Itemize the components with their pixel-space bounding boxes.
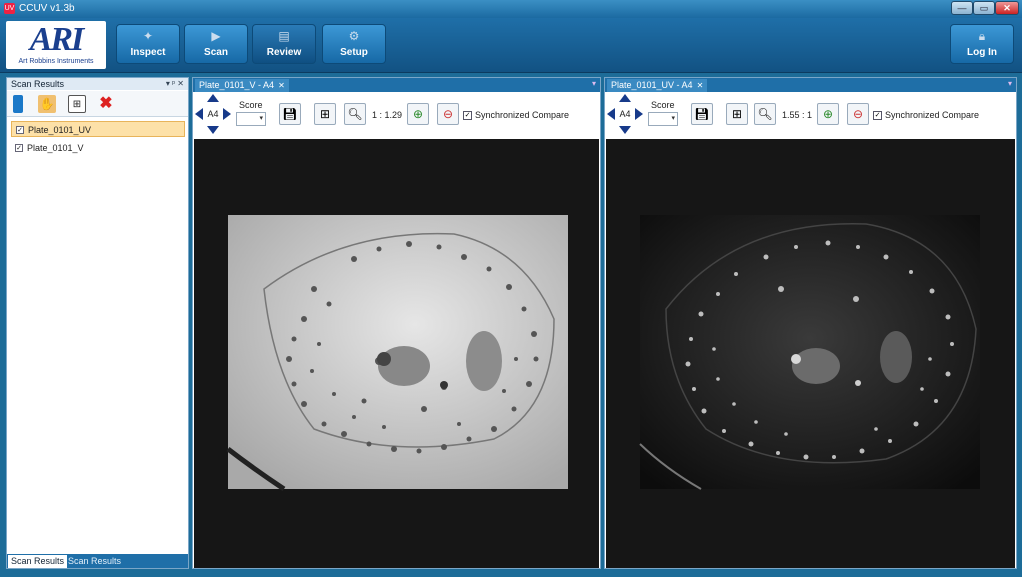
sync-compare-label: Synchronized Compare xyxy=(885,110,980,120)
fit-to-window-icon[interactable]: ⊞ xyxy=(314,103,336,125)
zoom-out-icon[interactable]: ⊖ xyxy=(847,103,869,125)
close-tab-icon[interactable]: ✕ xyxy=(697,81,704,90)
setup-button[interactable]: ⚙ Setup xyxy=(322,24,386,64)
arrow-up-icon[interactable] xyxy=(207,94,219,102)
tab-menu-icon[interactable]: ▾ xyxy=(1008,79,1012,88)
ribbon-toolbar: ARI Art Robbins Instruments ✦ Inspect ▶ … xyxy=(0,18,1022,73)
score-dropdown[interactable]: ▾ xyxy=(648,112,678,126)
visible-image-pane: Plate_0101_V - A4 ✕ ▾ A4 Score ▾ 💾︎ ⊞ 🔍︎ … xyxy=(192,77,601,569)
image-toolbar: A4 Score ▾ 💾︎ ⊞ 🔍︎ 1 : 1.29 ⊕ ⊖ ✓ Synchr… xyxy=(193,92,600,138)
tab-scan-results-1[interactable]: Scan Results xyxy=(8,555,68,568)
zoom-actual-icon[interactable]: 🔍︎ xyxy=(754,103,776,125)
arrow-left-icon[interactable] xyxy=(195,108,203,120)
zoom-ratio: 1 : 1.29 xyxy=(372,110,403,120)
item-label: Plate_0101_V xyxy=(27,143,84,153)
well-image-visible xyxy=(226,215,568,492)
sync-compare-checkbox[interactable]: ✓ xyxy=(873,111,882,120)
zoom-in-icon[interactable]: ⊕ xyxy=(817,103,839,125)
zoom-out-icon[interactable]: ⊖ xyxy=(437,103,459,125)
setup-icon: ⚙ xyxy=(348,29,360,43)
document-tab[interactable]: Plate_0101_UV - A4 ✕ xyxy=(607,79,708,92)
title-bar: UV CCUV v1.3b — ▭ ✕ xyxy=(0,0,1022,18)
maximize-button[interactable]: ▭ xyxy=(973,1,995,15)
open-folder-icon[interactable]: ✋ xyxy=(38,95,56,113)
tab-scan-results-2[interactable]: Scan Results xyxy=(65,555,124,568)
scan-results-tabstrip: Scan Results Scan Results xyxy=(7,554,188,568)
inspect-button[interactable]: ✦ Inspect xyxy=(116,24,180,64)
scan-results-header: Scan Results ▾ ᵖ ✕ xyxy=(7,78,188,90)
scan-icon: ▶ xyxy=(211,29,221,43)
ari-logo: ARI Art Robbins Instruments xyxy=(6,21,106,69)
lock-icon: 🔒︎ xyxy=(978,29,986,43)
well-image-uv xyxy=(639,215,980,490)
app-icon: UV xyxy=(4,3,15,14)
zoom-ratio: 1.55 : 1 xyxy=(782,110,813,120)
review-icon: ▤ xyxy=(278,29,290,43)
document-tab[interactable]: Plate_0101_V - A4 ✕ xyxy=(195,79,289,92)
scan-button[interactable]: ▶ Scan xyxy=(184,24,248,64)
image-viewer[interactable] xyxy=(606,139,1015,568)
scan-results-toolbar: ✋ ⊞ ✖ xyxy=(7,91,188,117)
image-viewer[interactable] xyxy=(194,139,599,568)
window-title: CCUV v1.3b xyxy=(19,3,75,14)
score-label: Score xyxy=(239,100,263,110)
list-item[interactable]: ✓ Plate_0101_V xyxy=(11,140,185,156)
zoom-actual-icon[interactable]: 🔍︎ xyxy=(344,103,366,125)
save-icon[interactable]: 💾︎ xyxy=(279,103,301,125)
close-button[interactable]: ✕ xyxy=(995,1,1019,15)
save-icon[interactable]: 💾︎ xyxy=(691,103,713,125)
item-checkbox[interactable]: ✓ xyxy=(15,144,23,152)
arrow-up-icon[interactable] xyxy=(619,94,631,102)
inspect-icon: ✦ xyxy=(142,29,154,43)
expand-tree-icon[interactable]: ⊞ xyxy=(68,95,86,113)
minimize-button[interactable]: — xyxy=(951,1,973,15)
arrow-right-icon[interactable] xyxy=(223,108,231,120)
well-navigator[interactable]: A4 xyxy=(195,94,231,134)
score-label: Score xyxy=(651,100,675,110)
scan-results-title: Scan Results xyxy=(11,79,65,89)
fit-to-window-icon[interactable]: ⊞ xyxy=(726,103,748,125)
image-toolbar: A4 Score ▾ 💾︎ ⊞ 🔍︎ 1.55 : 1 ⊕ ⊖ ✓ Synchr… xyxy=(605,92,1016,138)
sync-compare-checkbox[interactable]: ✓ xyxy=(463,111,472,120)
sync-compare-label: Synchronized Compare xyxy=(475,110,570,120)
arrow-left-icon[interactable] xyxy=(607,108,615,120)
item-checkbox[interactable]: ✓ xyxy=(16,126,24,134)
review-button[interactable]: ▤ Review xyxy=(252,24,316,64)
delete-icon[interactable]: ✖ xyxy=(97,95,115,113)
arrow-down-icon[interactable] xyxy=(207,126,219,134)
score-dropdown[interactable]: ▾ xyxy=(236,112,266,126)
document-tabstrip: Plate_0101_V - A4 ✕ ▾ xyxy=(193,78,600,92)
item-label: Plate_0101_UV xyxy=(28,125,92,135)
close-tab-icon[interactable]: ✕ xyxy=(278,81,285,90)
panel-header-buttons[interactable]: ▾ ᵖ ✕ xyxy=(166,78,184,90)
arrow-down-icon[interactable] xyxy=(619,126,631,134)
list-item[interactable]: ✓ Plate_0101_UV xyxy=(11,121,185,137)
document-tabstrip: Plate_0101_UV - A4 ✕ ▾ xyxy=(605,78,1016,92)
app-window: UV CCUV v1.3b — ▭ ✕ ARI Art Robbins Inst… xyxy=(0,0,1022,577)
scan-results-panel: Scan Results ▾ ᵖ ✕ ✋ ⊞ ✖ ✓ Plate_0101_UV… xyxy=(6,77,189,569)
well-label: A4 xyxy=(619,109,631,119)
well-navigator[interactable]: A4 xyxy=(607,94,643,134)
tab-menu-icon[interactable]: ▾ xyxy=(592,79,596,88)
uv-image-pane: Plate_0101_UV - A4 ✕ ▾ A4 Score ▾ 💾︎ ⊞ 🔍︎… xyxy=(604,77,1017,569)
login-button[interactable]: 🔒︎ Log In xyxy=(950,24,1014,64)
zoom-in-icon[interactable]: ⊕ xyxy=(407,103,429,125)
well-label: A4 xyxy=(207,109,219,119)
arrow-right-icon[interactable] xyxy=(635,108,643,120)
plate-icon[interactable] xyxy=(13,95,23,113)
